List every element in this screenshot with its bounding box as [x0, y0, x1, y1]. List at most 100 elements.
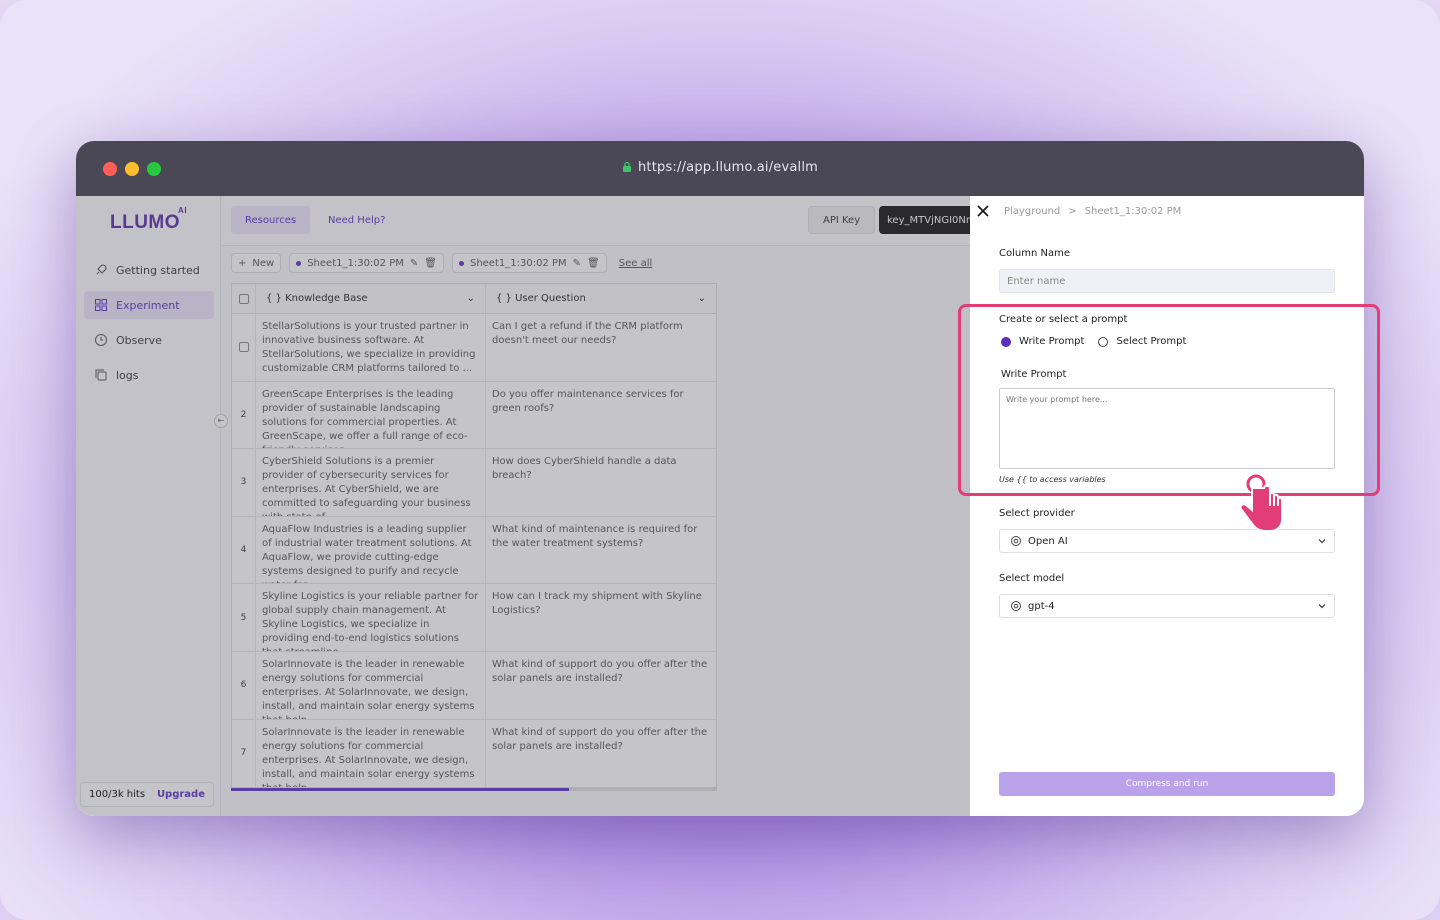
openai-icon — [1011, 536, 1021, 546]
sheet-tab[interactable]: Sheet1_1:30:02 PM ✎ 🗑 — [451, 253, 607, 273]
api-key-value[interactable]: key_MTVjNGI0Nm — [879, 206, 979, 234]
breadcrumb-separator: > — [1068, 205, 1077, 217]
grid-icon — [95, 299, 107, 311]
table-row[interactable]: StellarSolutions is your trusted partner… — [232, 314, 716, 382]
knowledge-base-cell[interactable]: GreenScape Enterprises is the leading pr… — [256, 381, 486, 449]
see-all-link[interactable]: See all — [619, 258, 653, 269]
table-row[interactable]: 4 AquaFlow Industries is a leading suppl… — [232, 516, 716, 585]
sidebar-item-label: Observe — [116, 333, 162, 347]
knowledge-base-cell[interactable]: StellarSolutions is your trusted partner… — [256, 314, 486, 381]
model-select[interactable]: gpt-4 — [999, 594, 1335, 618]
sheet-tab-label: Sheet1_1:30:02 PM — [469, 257, 567, 269]
grid-header: { } Knowledge Base ⌄ { } User Question ⌄ — [232, 284, 716, 314]
sidebar-item-label: Getting started — [116, 263, 200, 277]
chevron-down-icon — [1318, 539, 1326, 544]
select-all-checkbox[interactable] — [238, 293, 249, 304]
row-index: 7 — [232, 719, 256, 788]
edit-icon[interactable]: ✎ — [573, 258, 581, 269]
column-header-label: { } User Question — [496, 292, 586, 304]
app-area: LLUMOAI Getting started Experiment Obser… — [76, 196, 1364, 816]
table-row[interactable]: 5 Skyline Logistics is your reliable par… — [232, 584, 716, 652]
user-question-cell[interactable]: How does CyberShield handle a data breac… — [486, 449, 716, 516]
row-index: 2 — [232, 381, 256, 449]
sheet-tab-label: Sheet1_1:30:02 PM — [307, 257, 404, 269]
new-label: New — [252, 257, 275, 269]
api-key-button[interactable]: API Key — [808, 206, 876, 234]
table-row[interactable]: 7 SolarInnovate is the leader in renewab… — [232, 719, 716, 788]
horizontal-scrollbar[interactable] — [231, 788, 717, 791]
chevron-down-icon[interactable]: ⌄ — [467, 292, 475, 306]
table-row[interactable]: 6 SolarInnovate is the leader in renewab… — [232, 651, 716, 720]
breadcrumb-playground[interactable]: Playground — [1004, 206, 1060, 217]
chevron-down-icon[interactable]: ⌄ — [698, 292, 706, 306]
upgrade-link[interactable]: Upgrade — [157, 789, 205, 800]
compress-and-run-button[interactable]: Compress and run — [999, 772, 1335, 796]
sheet-tabs: + New Sheet1_1:30:02 PM ✎ 🗑 Sheet1_1:30:02 … — [231, 253, 652, 273]
user-question-cell[interactable]: What kind of maintenance is required for… — [486, 517, 716, 584]
table-row[interactable]: 3 CyberShield Solutions is a premier pro… — [232, 449, 716, 517]
row-checkbox[interactable] — [238, 342, 249, 353]
breadcrumb-sheet: Sheet1_1:30:02 PM — [1084, 205, 1182, 217]
row-index: 4 — [232, 516, 256, 584]
hits-count: 100/3k hits — [89, 789, 146, 800]
sidebar-item-label: logs — [116, 368, 139, 382]
logo-text: LLUMO — [110, 212, 181, 233]
edit-icon[interactable]: ✎ — [410, 258, 418, 269]
new-sheet-button[interactable]: + New — [231, 253, 282, 273]
trash-icon[interactable]: 🗑 — [587, 258, 600, 269]
plus-icon: + — [238, 257, 247, 269]
provider-value: Open AI — [1028, 535, 1068, 547]
rocket-icon — [96, 264, 107, 275]
collapse-sidebar-icon[interactable]: ⇤ — [214, 414, 228, 428]
openai-icon — [1011, 601, 1021, 611]
top-bar: Resources Need Help? API Key key_MTVjNGI… — [222, 196, 979, 246]
column-name-label: Column Name — [999, 248, 1070, 259]
user-question-cell[interactable]: How can I track my shipment with Skyline… — [486, 584, 716, 651]
url-text: https://app.llumo.ai/evallm — [637, 160, 819, 175]
copy-icon — [95, 369, 107, 381]
row-index — [232, 314, 256, 381]
sheet-tab[interactable]: Sheet1_1:30:02 PM ✎ 🗑 — [289, 253, 444, 273]
knowledge-base-cell[interactable]: CyberShield Solutions is a premier provi… — [256, 449, 486, 516]
user-question-cell[interactable]: What kind of support do you offer after … — [486, 720, 716, 788]
knowledge-base-cell[interactable]: SolarInnovate is the leader in renewable… — [256, 719, 486, 788]
user-question-cell[interactable]: Do you offer maintenance services for gr… — [486, 382, 716, 449]
column-header-user-question[interactable]: { } User Question ⌄ — [486, 284, 716, 313]
row-index: 6 — [232, 651, 256, 719]
trash-icon[interactable]: 🗑 — [424, 258, 437, 269]
scrollbar-thumb[interactable] — [231, 788, 569, 791]
llumo-logo: LLUMOAI — [110, 206, 189, 234]
close-icon[interactable] — [976, 204, 990, 218]
need-help-link[interactable]: Need Help? — [314, 206, 399, 234]
column-header-knowledge-base[interactable]: { } Knowledge Base ⌄ — [256, 284, 486, 313]
model-label: Select model — [999, 573, 1065, 584]
usage-box: 100/3k hits Upgrade — [80, 782, 214, 807]
browser-titlebar: https://app.llumo.ai/evallm — [76, 141, 1364, 196]
sidebar-item-observe[interactable]: Observe — [84, 326, 214, 354]
sheet-dot-icon — [458, 260, 464, 266]
knowledge-base-cell[interactable]: AquaFlow Industries is a leading supplie… — [256, 516, 486, 584]
lock-icon — [622, 161, 631, 172]
address-bar[interactable]: https://app.llumo.ai/evallm — [76, 160, 1364, 175]
playground-panel: Playground > Sheet1_1:30:02 PM Column Na… — [970, 196, 1364, 816]
model-value: gpt-4 — [1028, 600, 1055, 612]
row-index: 5 — [232, 584, 256, 651]
panel-header: Playground > Sheet1_1:30:02 PM — [970, 196, 1364, 226]
data-grid: { } Knowledge Base ⌄ { } User Question ⌄ S… — [231, 283, 717, 789]
clock-icon — [95, 334, 107, 346]
column-header-label: { } Knowledge Base — [266, 292, 368, 304]
provider-label: Select provider — [999, 508, 1075, 519]
table-row[interactable]: 2 GreenScape Enterprises is the leading … — [232, 381, 716, 450]
row-index: 3 — [232, 449, 256, 516]
sidebar-item-logs[interactable]: logs — [84, 361, 214, 389]
user-question-cell[interactable]: Can I get a refund if the CRM platform d… — [486, 314, 716, 381]
sidebar-item-experiment[interactable]: Experiment — [84, 291, 214, 319]
logo-superscript: AI — [178, 205, 188, 215]
knowledge-base-cell[interactable]: SolarInnovate is the leader in renewable… — [256, 651, 486, 719]
sidebar-item-getting-started[interactable]: Getting started — [84, 256, 214, 284]
column-name-input[interactable]: Enter name — [999, 269, 1335, 293]
user-question-cell[interactable]: What kind of support do you offer after … — [486, 652, 716, 719]
knowledge-base-cell[interactable]: Skyline Logistics is your reliable partn… — [256, 584, 486, 651]
highlight-box — [958, 304, 1380, 496]
resources-button[interactable]: Resources — [231, 206, 311, 234]
